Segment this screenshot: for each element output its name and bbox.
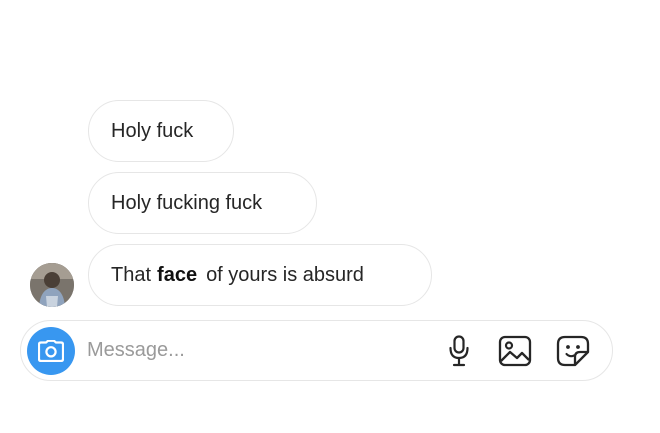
message-composer (20, 320, 613, 381)
voice-message-button[interactable] (442, 334, 476, 368)
sender-avatar[interactable] (30, 263, 74, 307)
message-thread: Holy fuck Holy fucking fuck That face of… (0, 0, 660, 433)
message-bubble[interactable]: Holy fucking fuck (88, 172, 317, 234)
camera-button[interactable] (27, 327, 75, 375)
message-bubble[interactable]: That face of yours is absurd (88, 244, 432, 306)
sticker-button[interactable] (556, 334, 590, 368)
microphone-icon (449, 335, 469, 367)
message-input[interactable] (87, 335, 417, 365)
message-text-end: of yours is absurd (206, 263, 364, 286)
sticker-icon (556, 335, 590, 367)
gallery-button[interactable] (498, 334, 532, 368)
message-text-emphasis: face (157, 263, 198, 286)
image-gallery-icon (498, 335, 532, 367)
message-text-start: That (111, 263, 152, 286)
message-text: Holy fuck (111, 119, 194, 142)
camera-icon (38, 340, 64, 362)
message-text: Holy fucking fuck (111, 191, 263, 214)
avatar-photo (30, 263, 74, 307)
message-bubble[interactable]: Holy fuck (88, 100, 234, 162)
